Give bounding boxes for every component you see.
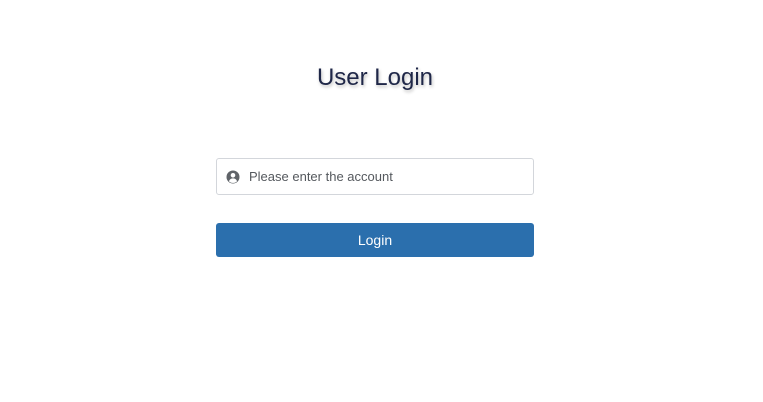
login-button[interactable]: Login: [216, 223, 534, 257]
page-title: User Login: [316, 64, 434, 91]
login-form: Login: [216, 158, 534, 257]
login-page: User Login Login: [0, 0, 763, 402]
account-input[interactable]: [249, 159, 529, 194]
account-field: [216, 158, 534, 195]
user-circle-icon: [226, 170, 240, 184]
